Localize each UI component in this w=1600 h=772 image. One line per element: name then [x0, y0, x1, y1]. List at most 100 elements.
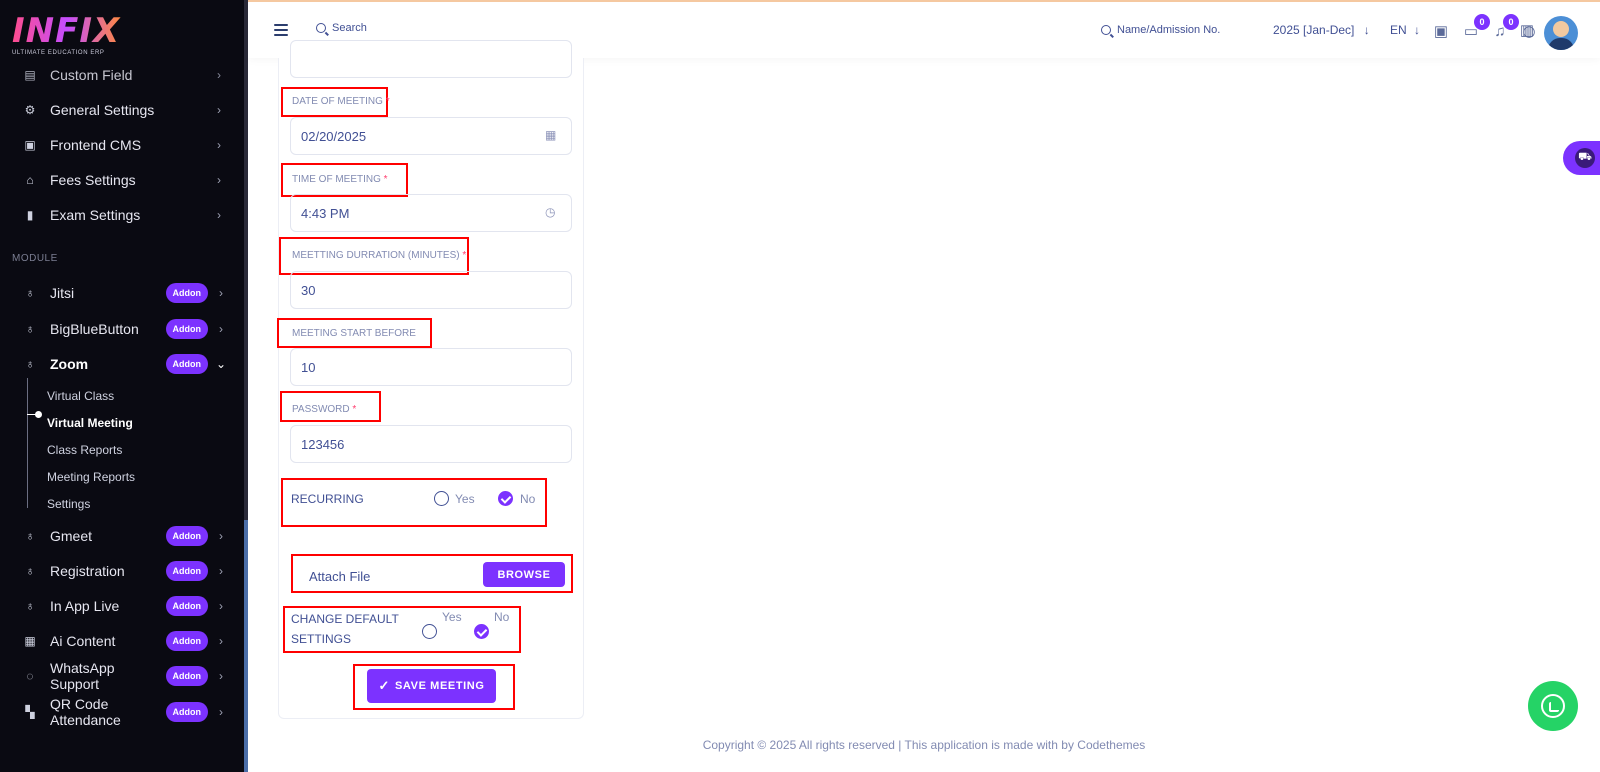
floating-cart-button[interactable]: ⛟: [1563, 141, 1600, 175]
sidebar-item-custom-field[interactable]: ▤ Custom Field ›: [0, 60, 244, 90]
submenu-virtual-meeting[interactable]: Virtual Meeting: [47, 416, 133, 430]
time-of-meeting-input[interactable]: 4:43 PM ◷: [290, 194, 572, 232]
bank-icon: ⌂: [26, 173, 34, 187]
date-of-meeting-input[interactable]: 02/20/2025 ▦: [290, 117, 572, 155]
save-meeting-label: SAVE MEETING: [394, 680, 485, 692]
session-value: 2025 [Jan-Dec]: [1273, 23, 1355, 37]
brand-logo[interactable]: INFIX ULTIMATE EDUCATION ERP: [12, 14, 122, 62]
user-avatar[interactable]: [1544, 16, 1578, 50]
whatsapp-icon: ◌: [26, 669, 34, 683]
required-mark: *: [352, 404, 357, 415]
chat-icon[interactable]: ▭ 0: [1460, 14, 1490, 42]
meeting-start-before-label: MEETING START BEFORE: [292, 328, 416, 339]
sidebar-item-whatsapp-support[interactable]: ◌ WhatsApp Support Addon ›: [0, 660, 244, 692]
plugin-icon: ♁: [25, 529, 35, 543]
sidebar-item-general-settings[interactable]: ⚙ General Settings ›: [0, 95, 244, 125]
search-icon: [1101, 25, 1111, 35]
academic-session-select[interactable]: 2025 [Jan-Dec] ↓: [1273, 23, 1370, 37]
sidebar-item-exam-settings[interactable]: ▮ Exam Settings ›: [0, 200, 244, 230]
language-select[interactable]: EN ↓: [1390, 23, 1420, 37]
sidebar-item-in-app-live[interactable]: ♁ In App Live Addon ›: [0, 591, 244, 621]
attach-file-label: Attach File: [309, 569, 371, 584]
chevron-right-icon: ›: [219, 286, 223, 300]
label-text: TIME OF MEETING: [292, 174, 381, 185]
recurring-no-label[interactable]: No: [520, 492, 535, 506]
menu-toggle-icon[interactable]: [274, 24, 288, 36]
search-icon: [316, 23, 326, 33]
chart-icon[interactable]: ▥: [1516, 19, 1538, 41]
addon-badge: Addon: [165, 631, 208, 651]
previous-field-input[interactable]: [290, 40, 572, 78]
addon-badge: Addon: [165, 283, 208, 303]
addon-badge: Addon: [165, 596, 208, 616]
sidebar-item-zoom[interactable]: ♁ Zoom Addon ⌄: [0, 349, 244, 379]
sidebar-scrollbar[interactable]: [244, 0, 248, 772]
sidebar-item-ai-content[interactable]: ▦ Ai Content Addon ›: [0, 626, 244, 656]
chevron-right-icon: ›: [219, 599, 223, 613]
label-line-1: CHANGE DEFAULT: [291, 612, 399, 626]
meeting-duration-input[interactable]: 30: [290, 271, 572, 309]
sidebar-item-jitsi[interactable]: ♁ Jitsi Addon ›: [0, 278, 244, 308]
module-section-label: MODULE: [12, 253, 58, 264]
meeting-start-before-input[interactable]: 10: [290, 348, 572, 386]
chevron-right-icon: ›: [219, 322, 223, 336]
sidebar-item-registration[interactable]: ♁ Registration Addon ›: [0, 556, 244, 586]
change-default-yes-radio[interactable]: [422, 624, 437, 639]
chevron-right-icon: ›: [219, 564, 223, 578]
chevron-right-icon: ›: [217, 103, 221, 117]
sidebar-item-label: In App Live: [50, 598, 120, 614]
submenu-settings[interactable]: Settings: [47, 497, 90, 511]
submenu-virtual-class[interactable]: Virtual Class: [47, 389, 114, 403]
sidebar-item-label: BigBlueButton: [50, 321, 139, 337]
submenu-meeting-reports[interactable]: Meeting Reports: [47, 470, 135, 484]
sidebar-item-bigbluebutton[interactable]: ♁ BigBlueButton Addon ›: [0, 314, 244, 344]
plugin-icon: ♁: [25, 357, 35, 371]
addon-badge: Addon: [165, 702, 208, 722]
browse-button[interactable]: BROWSE: [483, 562, 565, 587]
addon-badge: Addon: [165, 666, 208, 686]
change-default-no-label[interactable]: No: [494, 610, 509, 624]
logo-text: INFIX: [12, 11, 121, 51]
submenu-guide-line: [27, 378, 28, 508]
chevron-right-icon: ›: [217, 173, 221, 187]
recurring-yes-radio[interactable]: [434, 491, 449, 506]
clock-icon[interactable]: ◷: [545, 205, 559, 219]
sidebar-item-label: Jitsi: [50, 285, 75, 301]
sidebar-item-qr-code-attendance[interactable]: ▚ QR Code Attendance Addon ›: [0, 696, 244, 728]
recurring-no-radio[interactable]: [498, 491, 513, 506]
password-value: 123456: [301, 437, 345, 452]
submenu-active-dot: [35, 411, 42, 418]
global-search[interactable]: Search: [316, 22, 367, 34]
student-search-placeholder: Name/Admission No.: [1117, 24, 1221, 36]
submenu-class-reports[interactable]: Class Reports: [47, 443, 122, 457]
date-value: 02/20/2025: [301, 129, 367, 144]
calendar-icon[interactable]: ▦: [545, 128, 559, 142]
save-meeting-button[interactable]: ✓ SAVE MEETING: [367, 669, 496, 703]
sidebar-item-gmeet[interactable]: ♁ Gmeet Addon ›: [0, 521, 244, 551]
robot-icon: ▦: [24, 634, 36, 648]
date-of-meeting-label: DATE OF MEETING *: [292, 96, 390, 107]
arrow-down-icon: ↓: [1414, 23, 1421, 37]
change-default-yes-label[interactable]: Yes: [442, 610, 462, 624]
language-value: EN: [1390, 23, 1407, 37]
chevron-right-icon: ›: [219, 705, 223, 719]
sidebar-item-fees-settings[interactable]: ⌂ Fees Settings ›: [0, 165, 244, 195]
change-default-no-radio[interactable]: [474, 624, 489, 639]
whatsapp-chat-button[interactable]: [1528, 681, 1578, 731]
recurring-yes-label[interactable]: Yes: [455, 492, 475, 506]
password-input[interactable]: 123456: [290, 425, 572, 463]
bell-icon[interactable]: ♫ 0: [1489, 14, 1519, 42]
sidebar-item-frontend-cms[interactable]: ▣ Frontend CMS ›: [0, 130, 244, 160]
label-line-2: SETTINGS: [291, 632, 352, 646]
sidebar-item-label: Fees Settings: [50, 172, 136, 188]
robot-icon[interactable]: ▣: [1430, 20, 1452, 42]
student-search[interactable]: Name/Admission No.: [1101, 24, 1220, 36]
chevron-right-icon: ›: [217, 68, 221, 82]
cart-icon: ⛟: [1575, 148, 1595, 168]
label-text: MEETTING DURRATION (MINUTES): [292, 250, 460, 261]
chevron-right-icon: ›: [217, 208, 221, 222]
addon-badge: Addon: [165, 354, 208, 374]
qr-code-icon: ▚: [25, 705, 35, 719]
sidebar-item-label: WhatsApp Support: [50, 660, 115, 692]
sidebar-scrollbar-thumb[interactable]: [244, 520, 248, 772]
